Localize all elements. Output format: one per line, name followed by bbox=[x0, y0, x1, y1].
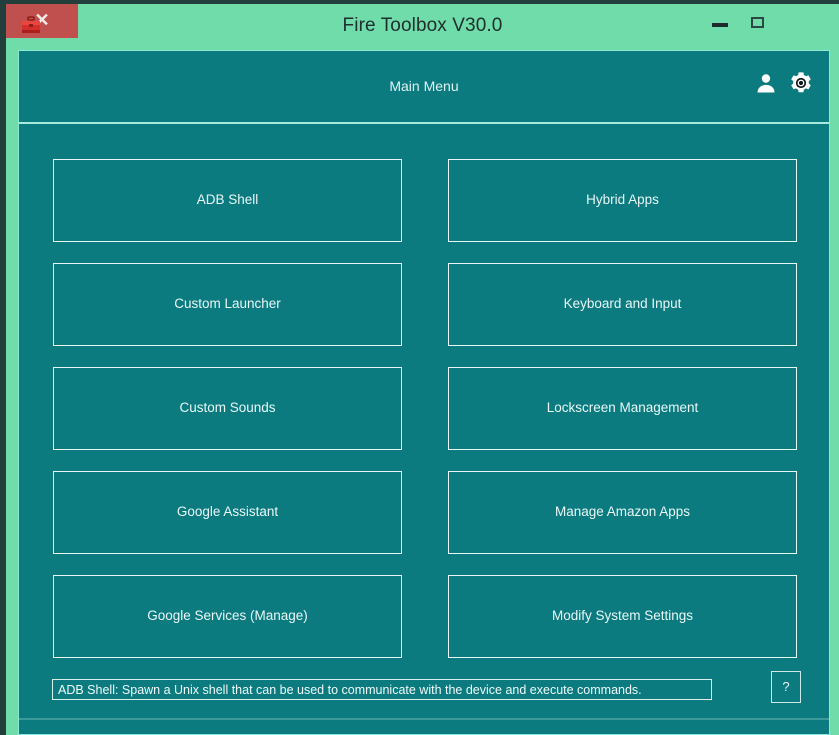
title-bar: Fire Toolbox V30.0 ✕ bbox=[6, 4, 839, 48]
menu-button-custom-sounds[interactable]: Custom Sounds bbox=[53, 367, 402, 450]
menu-button-grid: ADB Shell Hybrid Apps Custom Launcher Ke… bbox=[53, 159, 797, 658]
page-title: Main Menu bbox=[389, 78, 459, 94]
menu-button-google-assistant[interactable]: Google Assistant bbox=[53, 471, 402, 554]
menu-button-label: Google Services (Manage) bbox=[147, 608, 308, 623]
menu-button-hybrid-apps[interactable]: Hybrid Apps bbox=[448, 159, 797, 242]
menu-button-label: Custom Launcher bbox=[174, 296, 281, 311]
menu-button-label: Modify System Settings bbox=[551, 608, 694, 623]
menu-button-google-services-manage[interactable]: Google Services (Manage) bbox=[53, 575, 402, 658]
menu-button-label: Google Assistant bbox=[176, 504, 279, 519]
maximize-icon bbox=[751, 17, 764, 28]
menu-button-adb-shell[interactable]: ADB Shell bbox=[53, 159, 402, 242]
menu-button-keyboard-and-input[interactable]: Keyboard and Input bbox=[448, 263, 797, 346]
client-area: Main Menu ADB Shell Hybrid Apps Custom L… bbox=[18, 50, 830, 735]
maximize-button[interactable] bbox=[741, 4, 777, 38]
user-icon[interactable] bbox=[755, 72, 777, 94]
status-bar: ADB Shell: Spawn a Unix shell that can b… bbox=[52, 679, 712, 700]
menu-button-label: Lockscreen Management bbox=[546, 400, 699, 415]
app-window: Fire Toolbox V30.0 ✕ Main Menu ADB Shell… bbox=[0, 0, 839, 735]
menu-button-custom-launcher[interactable]: Custom Launcher bbox=[53, 263, 402, 346]
header-divider bbox=[19, 122, 829, 124]
menu-button-label: Hybrid Apps bbox=[586, 192, 659, 207]
menu-button-lockscreen-management[interactable]: Lockscreen Management bbox=[448, 367, 797, 450]
gear-icon[interactable] bbox=[789, 71, 813, 95]
footer-divider bbox=[19, 718, 829, 720]
help-button[interactable]: ? bbox=[771, 671, 801, 703]
menu-button-label: Manage Amazon Apps bbox=[554, 504, 691, 519]
minimize-button[interactable] bbox=[701, 4, 741, 38]
minimize-icon bbox=[712, 23, 728, 27]
menu-button-label: ADB Shell bbox=[196, 192, 259, 207]
menu-button-label: Keyboard and Input bbox=[563, 296, 682, 311]
menu-button-manage-amazon-apps[interactable]: Manage Amazon Apps bbox=[448, 471, 797, 554]
status-text: ADB Shell: Spawn a Unix shell that can b… bbox=[58, 682, 642, 697]
menu-header: Main Menu bbox=[19, 51, 829, 124]
menu-button-modify-system-settings[interactable]: Modify System Settings bbox=[448, 575, 797, 658]
menu-button-label: Custom Sounds bbox=[179, 400, 276, 415]
help-icon: ? bbox=[782, 679, 790, 694]
header-icon-group bbox=[755, 71, 813, 95]
